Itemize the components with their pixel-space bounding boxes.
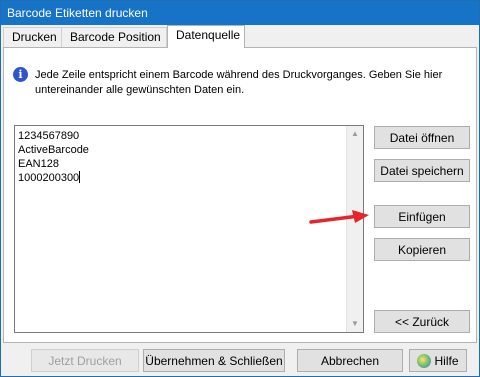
info-text: Jede Zeile entspricht einem Barcode währ… bbox=[35, 69, 443, 96]
data-lines: 1234567890 ActiveBarcode EAN128 10002003… bbox=[18, 129, 89, 185]
text-caret bbox=[79, 171, 81, 183]
tab-barcode-position[interactable]: Barcode Position bbox=[61, 27, 167, 47]
info-icon: i bbox=[13, 67, 28, 82]
open-file-button[interactable]: Datei öffnen bbox=[374, 126, 470, 149]
tab-strip: Drucken Barcode Position Datenquelle bbox=[1, 25, 479, 48]
print-now-button[interactable]: Jetzt Drucken bbox=[31, 349, 139, 372]
apply-close-button[interactable]: Übernehmen & Schließen bbox=[143, 349, 285, 372]
scroll-up-icon[interactable]: ▲ bbox=[347, 126, 363, 142]
help-label: Hilfe bbox=[434, 353, 459, 368]
back-button[interactable]: << Zurück bbox=[374, 310, 470, 333]
data-line: EAN128 bbox=[18, 158, 59, 170]
title-bar[interactable]: Barcode Etiketten drucken bbox=[1, 1, 479, 25]
window-title: Barcode Etiketten drucken bbox=[7, 6, 148, 20]
data-line: 1000200300 bbox=[18, 172, 80, 184]
data-line: ActiveBarcode bbox=[18, 144, 89, 156]
tab-datenquelle[interactable]: Datenquelle bbox=[167, 25, 245, 48]
tab-drucken[interactable]: Drucken bbox=[3, 27, 62, 47]
cancel-button[interactable]: Abbrechen bbox=[297, 349, 403, 372]
help-globe-icon bbox=[417, 353, 432, 368]
dialog-window: Barcode Etiketten drucken Drucken Barcod… bbox=[0, 0, 480, 377]
vertical-scrollbar[interactable]: ▲ ▼ bbox=[346, 126, 363, 332]
red-arrow-icon bbox=[309, 210, 369, 224]
scroll-down-icon[interactable]: ▼ bbox=[347, 316, 363, 332]
copy-button[interactable]: Kopieren bbox=[374, 238, 470, 261]
help-button[interactable]: Hilfe bbox=[409, 349, 467, 372]
data-line: 1234567890 bbox=[18, 130, 80, 142]
insert-button[interactable]: Einfügen bbox=[374, 205, 470, 228]
save-file-button[interactable]: Datei speichern bbox=[374, 159, 470, 182]
data-textarea[interactable]: 1234567890 ActiveBarcode EAN128 10002003… bbox=[14, 125, 364, 333]
